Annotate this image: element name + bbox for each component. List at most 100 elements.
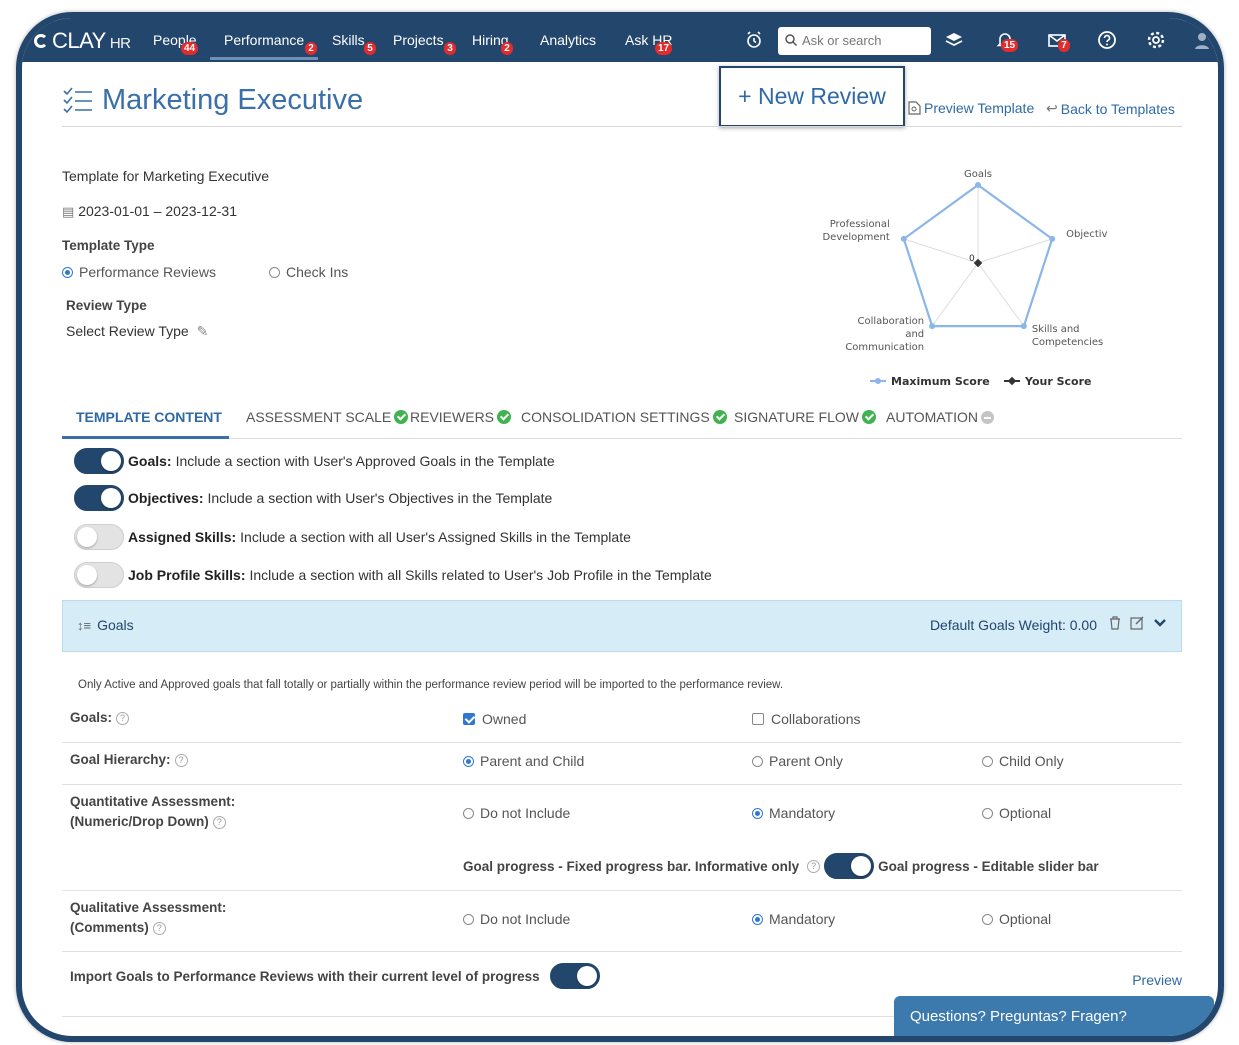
help-icon[interactable]: ?: [174, 754, 188, 767]
tab-label: ASSESSMENT SCALE: [246, 409, 392, 425]
nav-performance[interactable]: Performance 2: [209, 32, 319, 60]
goals-panel-title-text: Goals: [97, 617, 134, 633]
goals-weight: Default Goals Weight: 0.00: [929, 617, 1097, 633]
radar-axis-label-line: Communication: [845, 342, 924, 353]
help-icon[interactable]: ?: [152, 922, 166, 935]
goal-progress-toggle[interactable]: [824, 853, 875, 879]
tab-signature-flow[interactable]: SIGNATURE FLOW: [734, 409, 876, 425]
qual-do-not-include-radio[interactable]: Do not Include: [463, 911, 570, 927]
hierarchy-child-only-radio[interactable]: Child Only: [982, 753, 1064, 769]
pencil-icon[interactable]: ✎: [197, 323, 209, 339]
import-goals-label: Import Goals to Performance Reviews with…: [70, 968, 540, 984]
nav-hiring[interactable]: Hiring 2: [472, 32, 513, 55]
layers-icon[interactable]: [944, 30, 964, 50]
app-window: CLAY HR People 44 Performance 2 Skills 5 Pr…: [16, 12, 1224, 1042]
quant-do-not-include-radio[interactable]: Do not Include: [463, 805, 570, 821]
tab-label: SIGNATURE FLOW: [734, 409, 859, 425]
logo-subtext: HR: [109, 35, 131, 52]
quant-mandatory-radio[interactable]: Mandatory: [752, 805, 835, 821]
radar-axis-label-line: Competencies: [1032, 337, 1103, 348]
quant-optional-radio[interactable]: Optional: [982, 805, 1051, 821]
tab-automation[interactable]: AUTOMATION: [886, 409, 995, 425]
chat-support-button[interactable]: Questions? Preguntas? Fragen?: [894, 996, 1214, 1036]
review-type-select[interactable]: Select Review Type ✎: [66, 323, 208, 340]
nav-projects[interactable]: Projects 3: [393, 32, 456, 55]
preview-template-link[interactable]: Preview Template: [908, 100, 1034, 116]
nav-label: Projects: [393, 32, 444, 48]
radar-axis-label-line: Collaboration: [857, 316, 924, 327]
tab-reviewers[interactable]: REVIEWERS: [410, 409, 512, 425]
chevron-down-icon[interactable]: [1153, 618, 1167, 628]
template-type-performance-radio[interactable]: Performance Reviews: [62, 264, 216, 280]
tab-assessment-scale[interactable]: ASSESSMENT SCALE: [246, 409, 409, 425]
option-label: Mandatory: [769, 911, 836, 927]
active-tab-indicator: [62, 436, 229, 439]
radar-axis-label-line: Skills and: [1032, 324, 1080, 335]
nav-ask-hr[interactable]: Ask HR 17: [625, 32, 672, 55]
radar-point-maximum-score: [1020, 323, 1027, 330]
review-type-value: Select Review Type: [66, 323, 189, 339]
radio-unselected: [752, 756, 763, 767]
checkbox-checked: [463, 713, 475, 725]
goal-hierarchy-label: Goal Hierarchy:?: [70, 750, 188, 770]
qual-optional-radio[interactable]: Optional: [982, 911, 1051, 927]
radar-axis-label-line: Objectives: [1066, 229, 1108, 240]
legend-marker-maximum-score: [875, 378, 881, 384]
help-icon[interactable]: ?: [212, 816, 226, 829]
legend-label-your-score: Your Score: [1024, 375, 1091, 388]
tab-label: TEMPLATE CONTENT: [76, 409, 222, 425]
hierarchy-parent-child-radio[interactable]: Parent and Child: [463, 753, 584, 769]
help-icon[interactable]: [1097, 30, 1117, 50]
tab-label: CONSOLIDATION SETTINGS: [521, 409, 710, 425]
edit-icon[interactable]: [1130, 615, 1145, 630]
user-avatar-icon[interactable]: [1194, 30, 1214, 50]
nav-badge: 2: [501, 42, 513, 55]
nav-analytics[interactable]: Analytics: [540, 32, 596, 48]
bell-icon[interactable]: 15: [995, 30, 1019, 52]
radar-axis-label: Skills and Competencies: [1032, 324, 1103, 348]
mail-icon[interactable]: 7: [1047, 30, 1070, 52]
section-name: Assigned Skills:: [128, 529, 237, 545]
tab-consolidation-settings[interactable]: CONSOLIDATION SETTINGS: [521, 409, 727, 425]
nav-badge: 17: [655, 42, 673, 55]
clayhr-logo[interactable]: CLAY HR: [34, 28, 131, 54]
logo-text: CLAY: [52, 28, 106, 53]
search-input[interactable]: Ask or search: [778, 27, 931, 55]
section-assigned-skills-toggle[interactable]: [74, 524, 124, 550]
goals-panel-header[interactable]: ↕≡ Goals Default Goals Weight: 0.00: [62, 600, 1182, 652]
alarm-clock-icon[interactable]: [744, 30, 764, 50]
qual-mandatory-radio[interactable]: Mandatory: [752, 911, 835, 927]
import-goals-toggle[interactable]: [549, 963, 600, 989]
back-to-templates-link[interactable]: ↩ Back to Templates: [1046, 100, 1175, 117]
trash-icon[interactable]: [1108, 615, 1122, 630]
quantitative-assessment-label: Quantitative Assessment: (Numeric/Drop Do…: [70, 792, 235, 832]
preview-link[interactable]: Preview: [1132, 972, 1182, 988]
new-review-button[interactable]: + New Review: [719, 66, 905, 127]
help-icon[interactable]: ?: [807, 859, 821, 873]
template-type-checkins-radio[interactable]: Check Ins: [269, 264, 348, 280]
section-goals-toggle[interactable]: [74, 448, 124, 474]
section-objectives-toggle[interactable]: [74, 485, 124, 511]
section-job-profile-skills-toggle[interactable]: [74, 562, 124, 588]
nav-skills[interactable]: Skills 5: [332, 32, 376, 55]
template-description: Template for Marketing Executive: [62, 168, 269, 184]
preview-template-label: Preview Template: [924, 100, 1035, 116]
divider: [62, 126, 1182, 127]
radar-axis-label-line: and: [905, 329, 924, 340]
radar-axis-label-line: Development: [822, 232, 889, 243]
notifications-badge: 15: [1001, 39, 1019, 52]
template-type-label: Template Type: [62, 238, 155, 253]
back-arrow-icon: ↩: [1046, 100, 1058, 116]
goals-owned-checkbox[interactable]: Owned: [463, 711, 526, 727]
top-nav: CLAY HR People 44 Performance 2 Skills 5 Pr…: [22, 18, 1218, 62]
nav-people[interactable]: People 44: [153, 32, 199, 55]
goals-field-label: Goals:?: [70, 708, 130, 728]
drag-handle-icon[interactable]: ↕≡: [77, 618, 91, 633]
tab-template-content[interactable]: TEMPLATE CONTENT: [76, 409, 222, 425]
gear-icon[interactable]: [1146, 30, 1166, 50]
help-icon[interactable]: ?: [116, 712, 130, 725]
hierarchy-parent-only-radio[interactable]: Parent Only: [752, 753, 843, 769]
goals-collaborations-checkbox[interactable]: Collaborations: [752, 711, 861, 727]
pending-circle-icon: [981, 410, 995, 424]
option-label: Do not Include: [480, 805, 571, 821]
